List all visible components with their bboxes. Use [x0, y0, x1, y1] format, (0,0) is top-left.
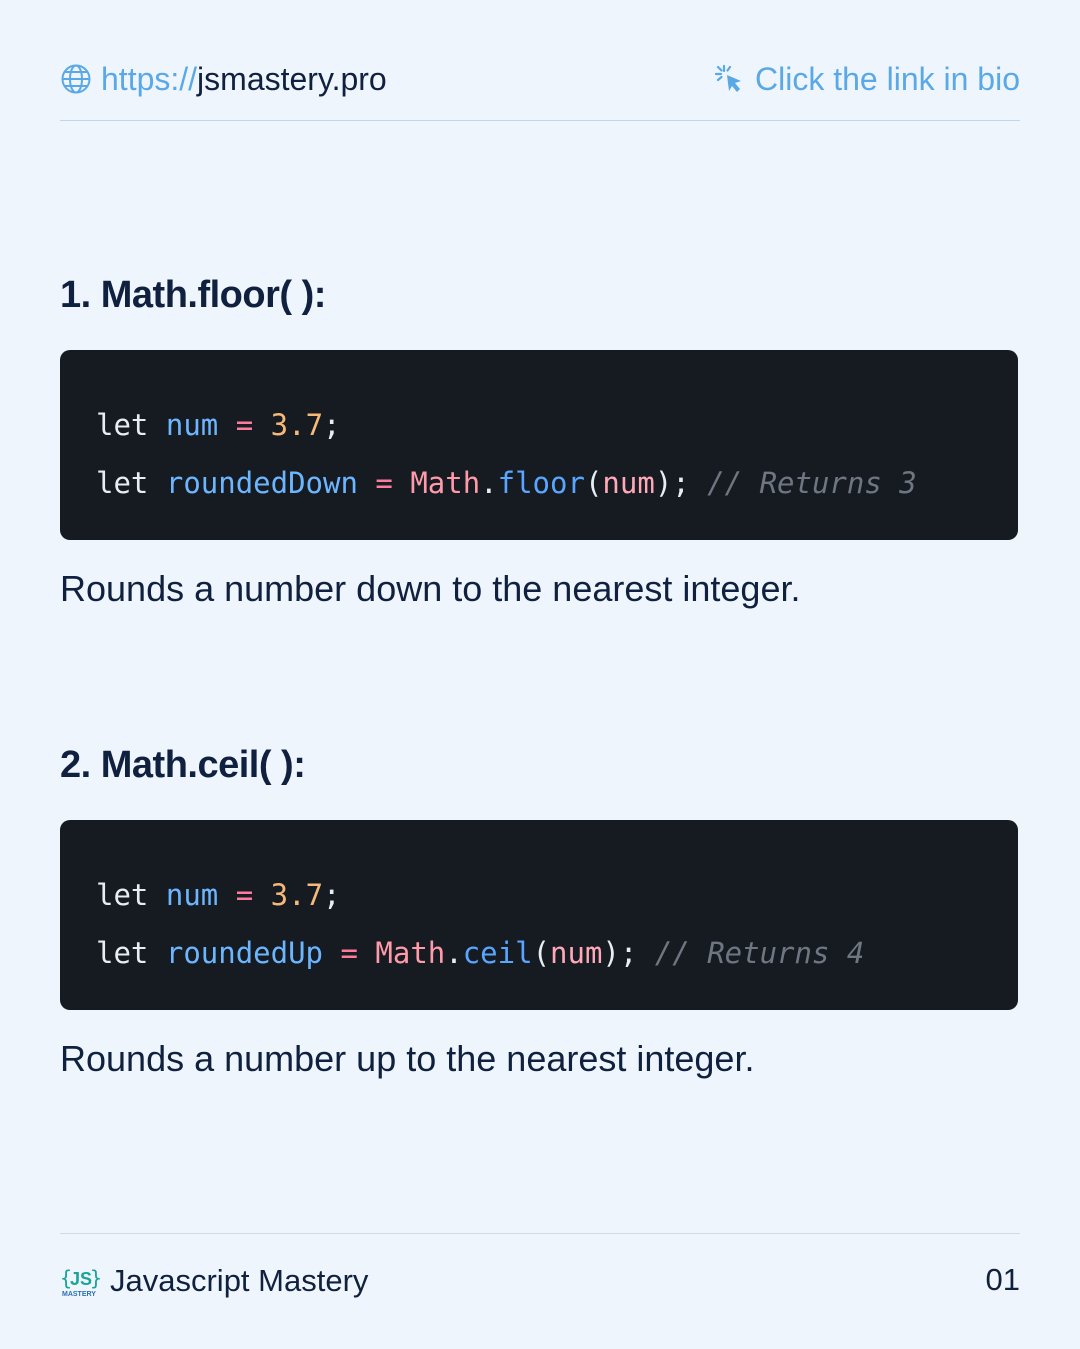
brand-name: Javascript Mastery [110, 1263, 369, 1298]
code-operator: = [235, 408, 254, 442]
code-object: Math [410, 466, 481, 500]
code-variable: num [165, 878, 219, 912]
code-dot: . [445, 936, 463, 970]
code-line: let roundedDown = Math.floor(num); // Re… [96, 466, 917, 500]
code-operator: = [340, 936, 358, 970]
code-comment: // Returns 4 [654, 936, 865, 970]
section-heading-ceil: 2. Math.ceil( ): [60, 744, 306, 786]
section-description-floor: Rounds a number down to the nearest inte… [60, 568, 801, 609]
code-object: Math [375, 936, 446, 970]
code-operator: = [235, 878, 254, 912]
code-operator: = [375, 466, 393, 500]
site-link[interactable]: https://jsmastery.pro [60, 61, 387, 98]
code-argument: num [602, 466, 655, 500]
code-comment: // Returns 3 [707, 466, 917, 500]
code-punctuation: ; [323, 408, 341, 442]
code-number: 3.7 [270, 408, 324, 442]
footer-brand: { } JS MASTERY Javascript Mastery [60, 1262, 368, 1300]
code-keyword: let [96, 466, 149, 500]
svg-text:JS: JS [70, 1269, 92, 1289]
header: https://jsmastery.pro Click the link in … [60, 58, 1020, 100]
code-line: let roundedUp = Math.ceil(num); // Retur… [96, 936, 864, 970]
code-dot: . [480, 466, 498, 500]
cta-link[interactable]: Click the link in bio [715, 61, 1020, 98]
code-number: 3.7 [270, 878, 324, 912]
code-function: ceil [462, 936, 533, 970]
section-description-ceil: Rounds a number up to the nearest intege… [60, 1038, 755, 1079]
section-heading-floor: 1. Math.floor( ): [60, 274, 326, 316]
code-block-ceil: let num = 3.7; let roundedUp = Math.ceil… [60, 820, 1018, 1010]
code-keyword: let [96, 878, 149, 912]
code-line: let num = 3.7; [96, 878, 341, 912]
svg-text:MASTERY: MASTERY [62, 1291, 96, 1298]
cta-text: Click the link in bio [755, 60, 1020, 97]
code-variable: roundedDown [165, 466, 358, 500]
code-punctuation: ; [323, 878, 341, 912]
footer-divider [60, 1233, 1020, 1234]
code-paren-open: ( [532, 936, 551, 970]
js-mastery-logo: { } JS MASTERY [60, 1264, 102, 1298]
code-line: let num = 3.7; [96, 408, 341, 442]
code-variable: roundedUp [165, 936, 323, 970]
code-paren-open: ( [584, 466, 603, 500]
code-block-floor: let num = 3.7; let roundedDown = Math.fl… [60, 350, 1018, 540]
url-domain: jsmastery.pro [197, 60, 387, 97]
code-keyword: let [96, 936, 149, 970]
globe-icon [61, 64, 91, 94]
code-paren-close: ); [602, 936, 638, 970]
code-paren-close: ); [654, 466, 690, 500]
page-number: 01 [985, 1262, 1020, 1297]
code-function: floor [497, 466, 585, 500]
code-argument: num [550, 936, 603, 970]
header-divider [60, 120, 1020, 121]
code-keyword: let [96, 408, 149, 442]
url-protocol: https:// [101, 60, 198, 97]
code-variable: num [165, 408, 219, 442]
logo-mark: { } JS MASTERY [60, 1266, 102, 1298]
click-pointer-icon [715, 64, 741, 92]
